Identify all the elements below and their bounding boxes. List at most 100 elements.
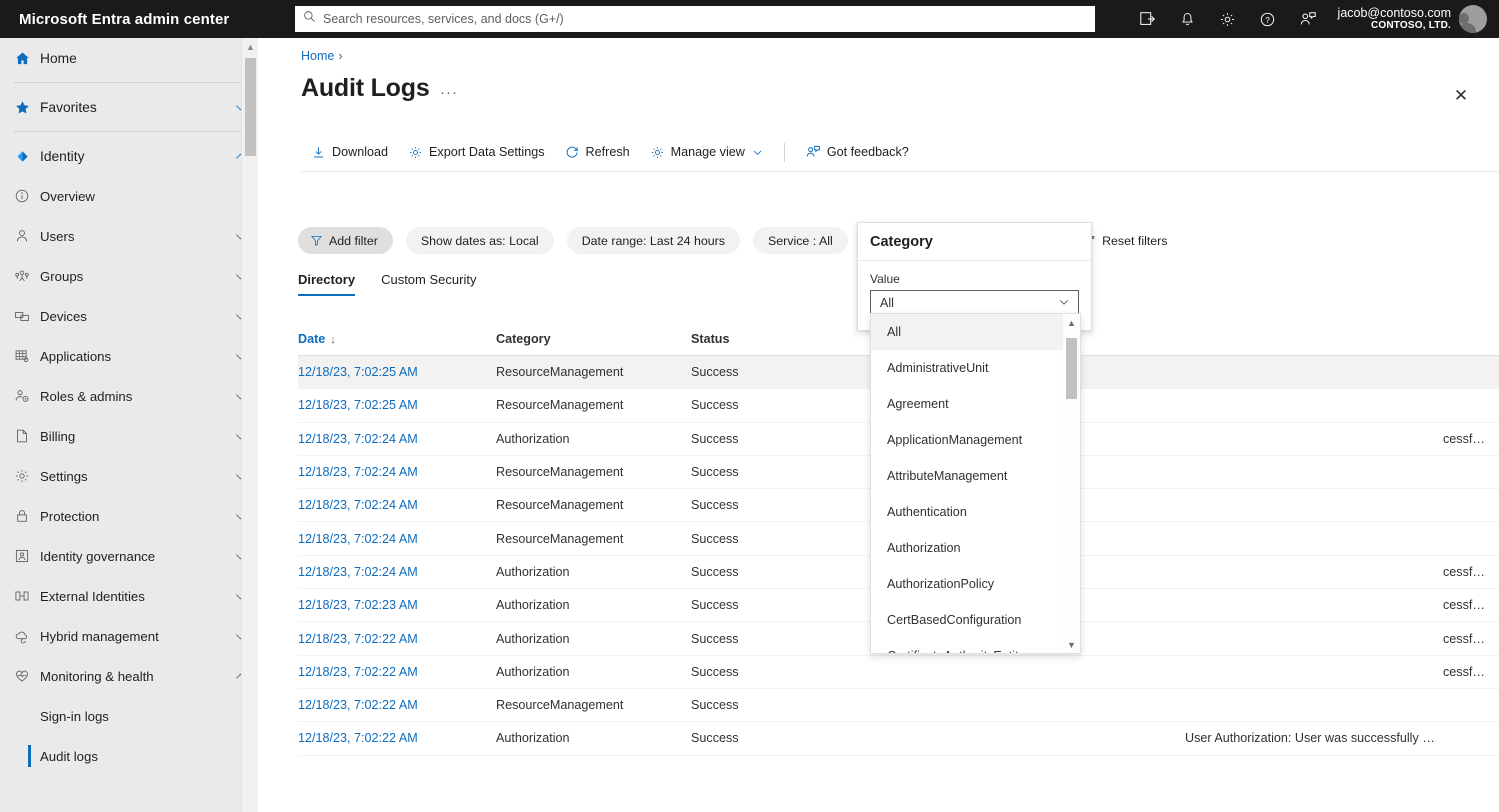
- sidebar-item-label: Protection: [40, 508, 100, 524]
- cell-date[interactable]: 12/18/23, 7:02:22 AM: [298, 698, 496, 712]
- cell-category: ResourceManagement: [496, 398, 624, 413]
- cell-category: Authorization: [496, 598, 570, 613]
- refresh-button[interactable]: Refresh: [555, 136, 640, 168]
- option-item[interactable]: ApplicationManagement: [871, 422, 1080, 458]
- cell-date[interactable]: 12/18/23, 7:02:24 AM: [298, 432, 496, 446]
- cell-date[interactable]: 12/18/23, 7:02:22 AM: [298, 632, 496, 646]
- breadcrumb-home-link[interactable]: Home: [301, 49, 334, 63]
- sidebar-item-identity[interactable]: Identity: [0, 136, 258, 176]
- download-button[interactable]: Download: [301, 136, 398, 168]
- sidebar-item-label: Billing: [40, 428, 76, 444]
- filter-pill-service[interactable]: Service : All: [752, 227, 848, 254]
- sidebar-item-devices[interactable]: Devices: [0, 296, 258, 336]
- global-search-box[interactable]: Search resources, services, and docs (G+…: [295, 6, 1095, 32]
- sidebar-divider-2: [14, 131, 244, 132]
- column-header-category[interactable]: Category: [496, 332, 691, 346]
- options-scrollbar[interactable]: ▲ ▼: [1063, 314, 1080, 653]
- avatar[interactable]: [1459, 5, 1487, 33]
- table-row[interactable]: 12/18/23, 7:02:22 AM Authorization Succe…: [298, 722, 1499, 756]
- cloud-shell-icon[interactable]: [1128, 0, 1168, 38]
- export-data-settings-button[interactable]: Export Data Settings: [398, 136, 555, 168]
- cell-date[interactable]: 12/18/23, 7:02:24 AM: [298, 498, 496, 512]
- cell-date[interactable]: 12/18/23, 7:02:22 AM: [298, 731, 496, 745]
- got-feedback-button[interactable]: Got feedback?: [795, 136, 919, 168]
- filter-pill-date-range[interactable]: Date range: Last 24 hours: [566, 227, 740, 254]
- sidebar-item-settings[interactable]: Settings: [0, 456, 258, 496]
- sidebar-item-label: Settings: [40, 468, 88, 484]
- sidebar-item-label: Identity: [40, 148, 85, 164]
- option-item[interactable]: Authorization: [871, 530, 1080, 566]
- option-item[interactable]: AttributeManagement: [871, 458, 1080, 494]
- cell-date[interactable]: 12/18/23, 7:02:24 AM: [298, 532, 496, 546]
- table-row[interactable]: 12/18/23, 7:02:22 AM Authorization Succe…: [298, 656, 1499, 689]
- sidebar-scroll-thumb[interactable]: [245, 58, 256, 156]
- category-options-list[interactable]: All AdministrativeUnit Agreement Applica…: [870, 313, 1081, 654]
- sidebar-item-roles-admins[interactable]: Roles & admins: [0, 376, 258, 416]
- add-filter-button[interactable]: Add filter: [298, 227, 393, 254]
- sidebar-item-overview[interactable]: Overview: [0, 176, 258, 216]
- applications-grid-icon: [14, 348, 40, 364]
- filter-pill-show-dates[interactable]: Show dates as: Local: [405, 227, 554, 254]
- sidebar-item-hybrid-management[interactable]: Hybrid management: [0, 616, 258, 656]
- cell-date[interactable]: 12/18/23, 7:02:25 AM: [298, 398, 496, 412]
- sidebar-item-applications[interactable]: Applications: [0, 336, 258, 376]
- tab-custom-security[interactable]: Custom Security: [381, 272, 476, 296]
- tab-directory[interactable]: Directory: [298, 272, 356, 296]
- help-question-icon[interactable]: ?: [1248, 0, 1288, 38]
- devices-icon: [14, 308, 40, 324]
- option-item[interactable]: AuthorizationPolicy: [871, 566, 1080, 602]
- cell-date[interactable]: 12/18/23, 7:02:25 AM: [298, 365, 496, 379]
- manage-view-button[interactable]: Manage view: [640, 136, 774, 168]
- sidebar-item-protection[interactable]: Protection: [0, 496, 258, 536]
- sidebar-item-favorites[interactable]: Favorites: [0, 87, 258, 127]
- sidebar-item-label: Home: [40, 50, 77, 66]
- feedback-person-icon: [805, 144, 821, 160]
- sidebar-item-users[interactable]: Users: [0, 216, 258, 256]
- sidebar-item-audit-logs[interactable]: Audit logs: [0, 736, 258, 776]
- page-more-options-button[interactable]: ···: [440, 84, 458, 101]
- column-header-date[interactable]: Date ↓: [298, 332, 496, 346]
- cell-category: Authorization: [496, 431, 570, 446]
- settings-gear-icon[interactable]: [1208, 0, 1248, 38]
- sidebar-item-groups[interactable]: Groups: [0, 256, 258, 296]
- cell-date[interactable]: 12/18/23, 7:02:22 AM: [298, 665, 496, 679]
- cell-status: Success: [691, 531, 739, 546]
- command-bar: Download Export Data Settings Refresh Ma…: [301, 136, 919, 168]
- column-header-status[interactable]: Status: [691, 332, 888, 346]
- option-item[interactable]: CertificateAuthorityEntity: [871, 638, 1080, 653]
- option-item[interactable]: Agreement: [871, 386, 1080, 422]
- top-navigation-bar: Microsoft Entra admin center Search reso…: [0, 0, 1499, 38]
- notifications-icon[interactable]: [1168, 0, 1208, 38]
- sidebar-item-monitoring-health[interactable]: Monitoring & health: [0, 656, 258, 696]
- feedback-person-icon[interactable]: [1288, 0, 1328, 38]
- table-row[interactable]: 12/18/23, 7:02:22 AM ResourceManagement …: [298, 689, 1499, 723]
- option-item[interactable]: CertBasedConfiguration: [871, 602, 1080, 638]
- sidebar-divider-1: [14, 82, 244, 83]
- account-info[interactable]: jacob@contoso.com CONTOSO, LTD.: [1338, 6, 1451, 32]
- scroll-down-arrow-icon[interactable]: ▼: [1063, 636, 1080, 653]
- sidebar-item-label: Favorites: [40, 99, 97, 115]
- option-item[interactable]: All: [871, 314, 1080, 350]
- chevron-down-icon[interactable]: [751, 146, 764, 159]
- sidebar-item-home[interactable]: Home: [0, 38, 258, 78]
- cell-date[interactable]: 12/18/23, 7:02:23 AM: [298, 598, 496, 612]
- command-label: Export Data Settings: [429, 145, 545, 159]
- sidebar-item-external-identities[interactable]: External Identities: [0, 576, 258, 616]
- scroll-up-arrow-icon[interactable]: ▲: [1063, 314, 1080, 331]
- scroll-up-arrow-icon[interactable]: ▲: [242, 38, 258, 55]
- cell-date[interactable]: 12/18/23, 7:02:24 AM: [298, 465, 496, 479]
- sidebar-item-billing[interactable]: Billing: [0, 416, 258, 456]
- close-icon[interactable]: ✕: [1447, 82, 1475, 110]
- option-item[interactable]: AdministrativeUnit: [871, 350, 1080, 386]
- cell-category: Authorization: [496, 631, 570, 646]
- sidebar-scrollbar[interactable]: ▲: [241, 38, 258, 812]
- option-item[interactable]: Authentication: [871, 494, 1080, 530]
- sidebar-item-identity-governance[interactable]: Identity governance: [0, 536, 258, 576]
- chevron-down-icon[interactable]: [1057, 295, 1071, 312]
- cell-date[interactable]: 12/18/23, 7:02:24 AM: [298, 565, 496, 579]
- gear-icon: [408, 145, 423, 160]
- sidebar-item-sign-in-logs[interactable]: Sign-in logs: [0, 696, 258, 736]
- command-divider: [783, 142, 785, 162]
- reset-filters-button[interactable]: Reset filters: [1083, 234, 1168, 248]
- options-scroll-thumb[interactable]: [1066, 338, 1077, 399]
